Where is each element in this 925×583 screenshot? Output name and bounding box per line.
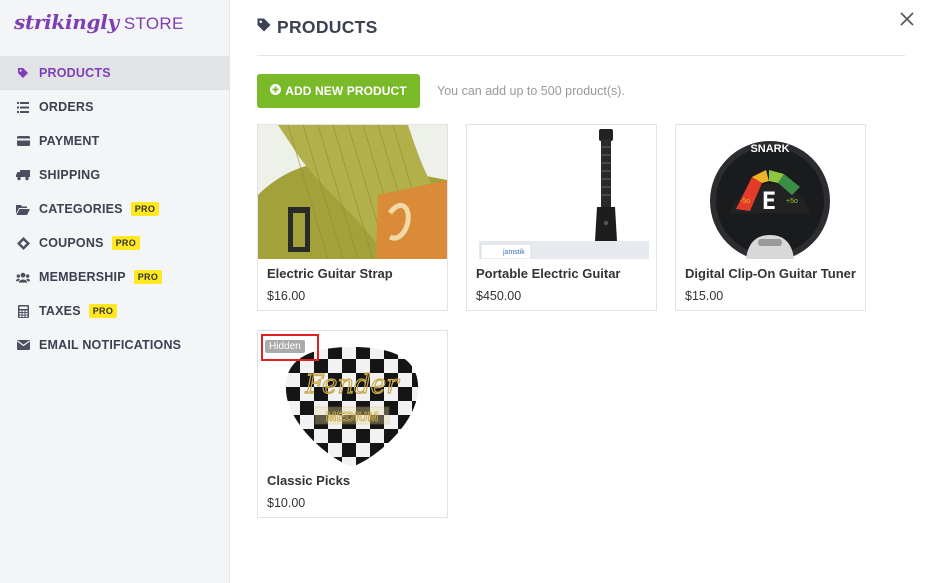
sidebar-item-label: MEMBERSHIP <box>39 270 126 284</box>
sidebar-item-label: EMAIL NOTIFICATIONS <box>39 338 182 352</box>
sidebar-item-label: ORDERS <box>39 100 94 114</box>
tuner-brand-text: SNARK <box>750 143 789 155</box>
header-divider <box>257 55 905 56</box>
credit-card-icon <box>16 134 30 148</box>
main-panel: PRODUCTS ADD NEW PRODUCT You can add up … <box>230 0 925 583</box>
product-card[interactable]: SNARK E -5o +5o Digital Clip-On Guitar T… <box>675 124 866 311</box>
calculator-icon <box>16 304 30 318</box>
sidebar-item-taxes[interactable]: TAXES PRO <box>0 294 229 328</box>
users-icon <box>16 270 30 284</box>
guitar-box-text: jamstik <box>502 249 525 256</box>
sidebar-item-orders[interactable]: ORDERS <box>0 90 229 124</box>
sidebar-item-label: TAXES <box>39 304 81 318</box>
add-new-product-button[interactable]: ADD NEW PRODUCT <box>257 74 420 108</box>
pro-badge: PRO <box>111 236 141 250</box>
pick-weight-text: MEDIUM <box>326 409 379 424</box>
close-button[interactable] <box>898 10 916 28</box>
envelope-icon <box>16 338 30 352</box>
sidebar-item-label: PRODUCTS <box>39 66 111 80</box>
pick-brand-text: Fender <box>304 370 400 400</box>
product-image: jamstik <box>467 125 656 259</box>
brand-name: strikingly <box>14 10 119 34</box>
highlight-box <box>261 334 319 361</box>
sidebar-nav: PRODUCTS ORDERS PAYMENT SHIPPING CATEGOR… <box>0 56 229 362</box>
tuner-left-text: -5o <box>740 198 750 205</box>
list-icon <box>16 100 30 114</box>
folder-open-icon <box>16 202 30 216</box>
product-image <box>258 125 447 259</box>
pro-badge: PRO <box>130 202 160 216</box>
plus-circle-icon <box>270 82 282 100</box>
product-card[interactable]: Electric Guitar Strap $16.00 <box>257 124 448 311</box>
product-price: $15.00 <box>685 289 724 303</box>
product-price: $10.00 <box>267 496 306 510</box>
truck-icon <box>16 168 30 182</box>
close-icon <box>900 12 914 26</box>
product-image: SNARK E -5o +5o <box>676 125 865 259</box>
sidebar-item-label: SHIPPING <box>39 168 101 182</box>
sidebar-item-payment[interactable]: PAYMENT <box>0 124 229 158</box>
sidebar-item-label: COUPONS <box>39 236 104 250</box>
product-name: Portable Electric Guitar <box>476 266 621 281</box>
add-new-product-label: ADD NEW PRODUCT <box>285 84 407 98</box>
sidebar: strikingly STORE PRODUCTS ORDERS PAYMENT <box>0 0 230 583</box>
sidebar-item-email-notifications[interactable]: EMAIL NOTIFICATIONS <box>0 328 229 362</box>
sidebar-item-coupons[interactable]: COUPONS PRO <box>0 226 229 260</box>
sidebar-item-label: CATEGORIES <box>39 202 123 216</box>
pro-badge: PRO <box>133 270 163 284</box>
sidebar-item-shipping[interactable]: SHIPPING <box>0 158 229 192</box>
ticket-icon <box>16 236 30 250</box>
product-card[interactable]: jamstik Portable Electric Guitar $450.00 <box>466 124 657 311</box>
brand-logo[interactable]: strikingly STORE <box>14 10 184 42</box>
product-limit-note: You can add up to 500 product(s). <box>437 84 625 98</box>
tag-icon <box>257 18 271 37</box>
page-title-text: PRODUCTS <box>277 17 378 37</box>
tuner-right-text: +5o <box>786 198 798 205</box>
brand-store-label: STORE <box>123 14 184 33</box>
sidebar-item-membership[interactable]: MEMBERSHIP PRO <box>0 260 229 294</box>
product-price: $16.00 <box>267 289 306 303</box>
product-price: $450.00 <box>476 289 522 303</box>
product-name: Electric Guitar Strap <box>267 266 393 281</box>
product-card[interactable]: Fender MEDIUM Hidden Classic Picks $10.0… <box>257 330 448 518</box>
tag-icon <box>16 66 30 80</box>
tuner-note-text: E <box>762 187 776 215</box>
sidebar-item-label: PAYMENT <box>39 134 100 148</box>
product-name: Digital Clip-On Guitar Tuner <box>685 266 856 281</box>
pro-badge: PRO <box>88 304 118 318</box>
sidebar-item-products[interactable]: PRODUCTS <box>0 56 229 90</box>
page-title: PRODUCTS <box>257 17 378 38</box>
sidebar-item-categories[interactable]: CATEGORIES PRO <box>0 192 229 226</box>
product-name: Classic Picks <box>267 473 351 488</box>
